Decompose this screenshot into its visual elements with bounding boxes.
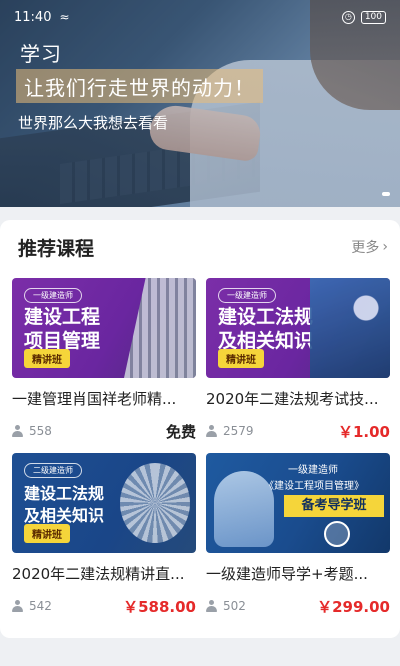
chevron-right-icon: › <box>382 239 388 255</box>
course-card[interactable]: 二级建造师 建设工法规 及相关知识 精讲班 2020年二建法规精讲直... 54… <box>12 453 196 616</box>
thumb-tag: 一级建造师 <box>288 465 338 476</box>
thumb-title-line: 《建设工程项目管理》 <box>264 481 364 492</box>
person-image <box>310 278 390 378</box>
course-price: ￥299.00 <box>317 597 390 616</box>
thumb-tag: 一级建造师 <box>218 288 276 303</box>
thumb-tag: 二级建造师 <box>24 463 82 478</box>
status-time: 11:40 <box>14 9 52 25</box>
banner[interactable]: 11:40 ≈ ◷ 100 学习 让我们行走世界的动力！ 世界那么大我想去看看 <box>0 0 400 207</box>
course-meta: 502 ￥299.00 <box>206 596 390 616</box>
user-icon <box>206 600 217 612</box>
course-thumbnail: 二级建造师 建设工法规 及相关知识 精讲班 <box>12 453 196 553</box>
course-name: 一级建造师导学+考题... <box>206 565 368 583</box>
banner-slogan: 让我们行走世界的动力！ <box>16 69 263 103</box>
more-label: 更多 <box>351 240 380 256</box>
user-icon <box>12 600 23 612</box>
course-thumbnail: 一级建造师 建设工法规 及相关知识 精讲班 <box>206 278 390 378</box>
course-price: 免费 <box>165 422 196 441</box>
more-link[interactable]: 更多 › <box>351 237 388 257</box>
course-card[interactable]: 一级建造师 《建设工程项目管理》 备考导学班 一级建造师导学+考题... 502… <box>206 453 390 616</box>
spiral-building-image <box>120 463 190 543</box>
alarm-icon: ◷ <box>341 10 355 24</box>
student-count: 542 <box>29 599 52 613</box>
thumb-badge: 精讲班 <box>218 349 264 368</box>
seal-icon <box>324 521 350 547</box>
course-meta: 542 ￥588.00 <box>12 596 196 616</box>
thumb-title: 建设工程 项目管理 <box>24 305 100 353</box>
section-header: 推荐课程 更多 › <box>0 220 400 274</box>
student-count: 558 <box>29 424 52 438</box>
thumb-badge: 精讲班 <box>24 524 70 543</box>
status-right: ◷ 100 <box>341 10 386 24</box>
thumb-title: 建设工法规 及相关知识 <box>218 305 313 353</box>
carousel-indicator[interactable] <box>382 192 390 196</box>
course-meta: 558 免费 <box>12 421 196 441</box>
status-bar: 11:40 ≈ ◷ 100 <box>0 0 400 34</box>
section-title: 推荐课程 <box>18 237 95 260</box>
wifi-icon: ≈ <box>59 10 70 24</box>
battery-icon: 100 <box>360 10 386 24</box>
thumb-title-line: 备考导学班 <box>284 495 384 517</box>
thumb-title-line: 建设工程 <box>24 306 101 328</box>
thumb-title: 建设工法规 及相关知识 <box>24 483 104 527</box>
user-icon <box>206 425 217 437</box>
student-count: 2579 <box>223 424 254 438</box>
course-name: 2020年二建法规精讲直... <box>12 565 185 583</box>
banner-title: 学习 <box>20 42 62 66</box>
thumb-tag: 一级建造师 <box>24 288 82 303</box>
student-count: 502 <box>223 599 246 613</box>
building-image <box>124 278 196 378</box>
recommended-courses-section: 推荐课程 更多 › 一级建造师 建设工程 项目管理 精讲班 一建管理肖国祥老师精… <box>0 220 400 638</box>
thumb-badge: 精讲班 <box>24 349 70 368</box>
thumb-title-line: 建设工法规 <box>218 306 314 328</box>
course-thumbnail: 一级建造师 建设工程 项目管理 精讲班 <box>12 278 196 378</box>
course-name: 2020年二建法规考试技... <box>206 390 379 408</box>
course-thumbnail: 一级建造师 《建设工程项目管理》 备考导学班 <box>206 453 390 553</box>
course-price: ￥1.00 <box>337 422 390 441</box>
thumb-title-line: 建设工法规 <box>24 484 105 503</box>
course-name: 一建管理肖国祥老师精... <box>12 390 177 408</box>
course-meta: 2579 ￥1.00 <box>206 421 390 441</box>
course-card[interactable]: 一级建造师 建设工法规 及相关知识 精讲班 2020年二建法规考试技... 25… <box>206 278 390 441</box>
course-card[interactable]: 一级建造师 建设工程 项目管理 精讲班 一建管理肖国祥老师精... 558 免费 <box>12 278 196 441</box>
user-icon <box>12 425 23 437</box>
banner-subtitle: 世界那么大我想去看看 <box>18 114 169 132</box>
course-price: ￥588.00 <box>123 597 196 616</box>
